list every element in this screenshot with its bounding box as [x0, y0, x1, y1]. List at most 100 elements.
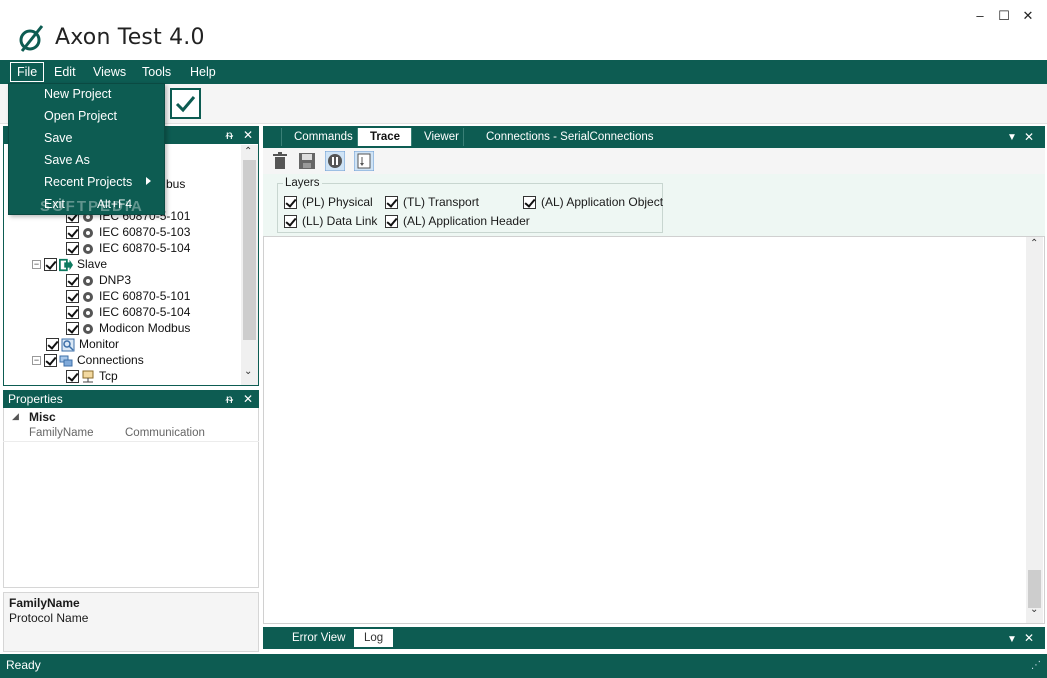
monitor-icon	[61, 338, 75, 352]
checkbox[interactable]	[385, 215, 398, 229]
checkbox[interactable]	[66, 290, 79, 304]
menu-item-recent-projects[interactable]: Recent Projects	[44, 175, 132, 189]
tab-viewer[interactable]: Viewer	[411, 128, 471, 146]
tab-commands[interactable]: Commands	[281, 128, 365, 146]
checkbox[interactable]	[284, 215, 297, 229]
maximize-button[interactable]: ☐	[992, 6, 1016, 26]
connections-icon	[59, 355, 73, 367]
checkbox[interactable]	[523, 196, 536, 210]
menu-views[interactable]: Views	[87, 62, 132, 82]
tree-item[interactable]: Modicon Modbus	[66, 320, 190, 336]
layer-label: (AL) Application Object	[541, 195, 664, 209]
menu-item-save-as[interactable]: Save As	[44, 153, 90, 167]
save-icon[interactable]	[297, 151, 317, 171]
gear-icon	[83, 227, 93, 238]
tree-item-label: DNP3	[99, 273, 132, 287]
menu-item-save[interactable]: Save	[44, 131, 73, 145]
tree-item-monitor[interactable]: Monitor	[46, 336, 119, 352]
layer-physical[interactable]: (PL) Physical	[284, 195, 373, 210]
menu-tools[interactable]: Tools	[136, 62, 177, 82]
gear-icon	[83, 291, 93, 302]
status-bar	[0, 654, 1047, 678]
menu-item-new-project[interactable]: New Project	[44, 87, 111, 101]
description-text: Protocol Name	[9, 611, 89, 625]
layer-transport[interactable]: (TL) Transport	[385, 195, 479, 210]
pause-icon[interactable]	[325, 151, 345, 171]
scroll-down-icon[interactable]: ⌄	[1030, 604, 1038, 615]
tree-scroll-thumb[interactable]	[243, 160, 256, 340]
slave-arrow-icon	[59, 258, 73, 271]
menu-item-exit[interactable]: Exit	[44, 197, 65, 211]
checkbox[interactable]	[44, 258, 57, 272]
close-icon[interactable]: ✕	[243, 126, 253, 144]
tree-item[interactable]: IEC 60870-5-104	[66, 304, 190, 320]
property-value[interactable]: Communication	[125, 427, 205, 439]
close-icon[interactable]: ✕	[1024, 128, 1034, 146]
checkbox[interactable]	[66, 322, 79, 336]
resize-grip-icon[interactable]: ⋰	[1031, 660, 1041, 671]
tab-error-view[interactable]: Error View	[282, 629, 355, 647]
tree-item[interactable]: DNP3	[66, 272, 131, 288]
trace-scroll-thumb[interactable]	[1028, 570, 1041, 608]
checkbox[interactable]	[66, 370, 79, 384]
layer-application-header[interactable]: (AL) Application Header	[385, 214, 530, 229]
network-icon	[82, 370, 94, 383]
pin-icon[interactable]: ᵰ	[226, 390, 233, 408]
minimize-button[interactable]: –	[968, 6, 992, 26]
layer-data-link[interactable]: (LL) Data Link	[284, 214, 377, 229]
tree-item-partial[interactable]: bus	[166, 176, 185, 192]
tree-item-tcp[interactable]: Tcp	[66, 368, 118, 384]
menu-file[interactable]: File	[10, 62, 45, 82]
checkbox[interactable]	[44, 354, 57, 368]
checkbox[interactable]	[284, 196, 297, 210]
scroll-down-icon[interactable]: ⌄	[244, 366, 252, 377]
property-name: FamilyName	[29, 427, 94, 439]
menu-edit[interactable]: Edit	[48, 62, 82, 82]
property-category: Misc	[29, 410, 56, 424]
checkbox[interactable]	[385, 196, 398, 210]
tree-item-connections[interactable]: − Connections	[32, 352, 144, 368]
dropdown-arrow-icon[interactable]: ▼	[1007, 129, 1017, 147]
close-icon[interactable]: ✕	[1024, 629, 1034, 647]
scroll-up-icon[interactable]: ⌃	[244, 146, 252, 157]
tree-item-label: Connections	[77, 353, 144, 367]
dropdown-arrow-icon[interactable]: ▼	[1007, 631, 1017, 649]
pin-icon[interactable]: ᵰ	[226, 126, 233, 144]
collapse-icon[interactable]: −	[32, 356, 41, 366]
tab-connections-serial[interactable]: Connections - SerialConnections	[463, 128, 675, 146]
autoscroll-icon[interactable]	[354, 151, 374, 171]
status-text: Ready	[6, 658, 41, 672]
menu-item-open-project[interactable]: Open Project	[44, 109, 117, 123]
axon-logo-icon	[19, 25, 44, 52]
gear-icon	[83, 323, 93, 334]
trace-scrollbar[interactable]	[1026, 237, 1043, 623]
tree-item-slave[interactable]: − Slave	[32, 256, 107, 272]
checkbox[interactable]	[66, 242, 79, 256]
tree-item-label: IEC 60870-5-104	[99, 241, 191, 255]
close-icon[interactable]: ✕	[243, 390, 253, 408]
exit-shortcut: Alt+F4	[97, 197, 133, 211]
delete-icon[interactable]	[270, 151, 290, 171]
tree-item-label: IEC 60870-5-101	[99, 289, 191, 303]
trace-output-area[interactable]	[263, 236, 1045, 624]
tree-item[interactable]: IEC 60870-5-104	[66, 240, 190, 256]
checkbox[interactable]	[66, 306, 79, 320]
tree-item-label: IEC 60870-5-103	[99, 225, 191, 239]
tab-log[interactable]: Log	[354, 629, 394, 647]
menu-help[interactable]: Help	[184, 62, 222, 82]
check-icon	[175, 96, 196, 113]
checkbox[interactable]	[46, 338, 59, 352]
file-menu-dropdown	[8, 83, 165, 215]
tree-item[interactable]: IEC 60870-5-101	[66, 288, 190, 304]
close-button[interactable]: ✕	[1016, 6, 1040, 26]
scroll-up-icon[interactable]: ⌃	[1030, 238, 1038, 249]
gear-icon	[83, 243, 93, 254]
collapse-arrow-icon[interactable]: ◢	[12, 411, 19, 422]
checkbox[interactable]	[66, 274, 79, 288]
layer-application-object[interactable]: (AL) Application Object	[523, 195, 664, 210]
run-check-button[interactable]	[170, 88, 201, 119]
collapse-icon[interactable]: −	[32, 260, 41, 270]
checkbox[interactable]	[66, 226, 79, 240]
tab-trace[interactable]: Trace	[357, 128, 413, 146]
tree-item[interactable]: IEC 60870-5-103	[66, 224, 190, 240]
